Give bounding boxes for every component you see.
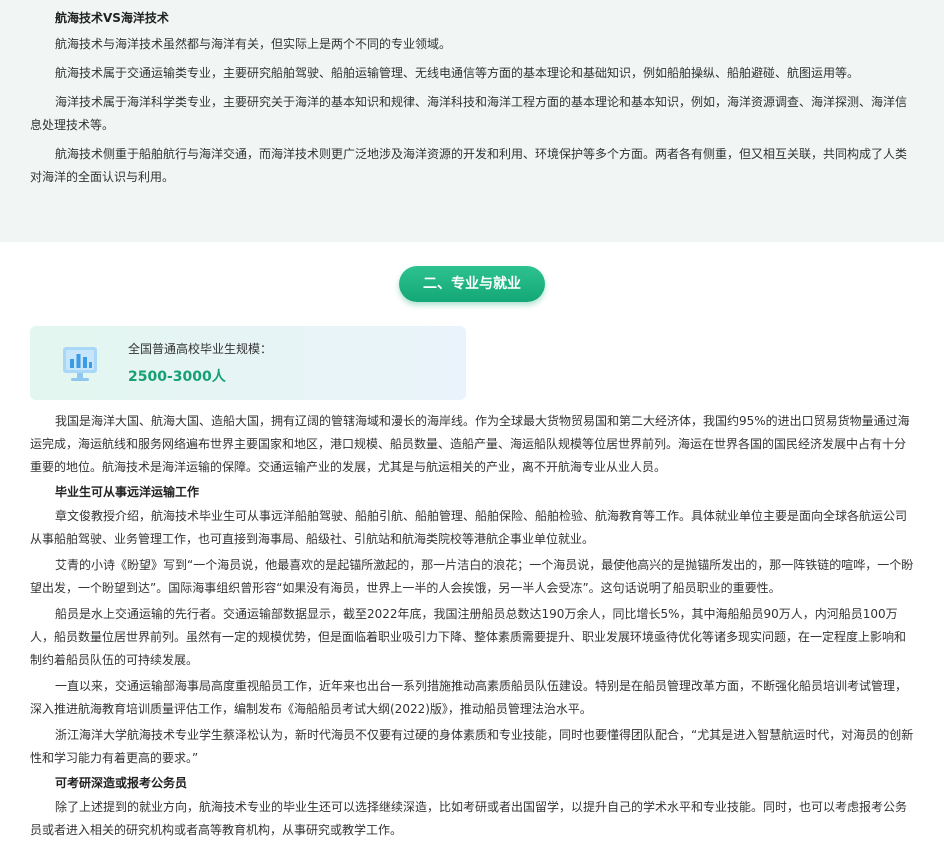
section-header: 二、专业与就业 (0, 266, 944, 304)
stat-label: 全国普通高校毕业生规模： (128, 342, 273, 356)
intro-paragraph: 航海技术与海洋技术虽然都与海洋有关，但实际上是两个不同的专业领域。 (55, 37, 452, 51)
body-paragraph: 除了上述提到的就业方向，航海技术专业的毕业生还可以选择继续深造，比如考研或者出国… (30, 800, 908, 837)
intro-section: 航海技术VS海洋技术 航海技术与海洋技术虽然都与海洋有关，但实际上是两个不同的专… (0, 0, 944, 242)
article-body: 我国是海洋大国、航海大国、造船大国，拥有辽阔的管辖海域和漫长的海岸线。作为全球最… (0, 400, 944, 842)
body-paragraph: 船员是水上交通运输的先行者。交通运输部数据显示，截至2022年底，我国注册船员总… (30, 607, 907, 667)
stat-value: 2500-3000人 (128, 369, 226, 385)
subheading: 可考研深造或报考公务员 (55, 776, 188, 790)
body-paragraph: 我国是海洋大国、航海大国、造船大国，拥有辽阔的管辖海域和漫长的海岸线。作为全球最… (30, 414, 910, 474)
intro-paragraph: 航海技术侧重于船舶航行与海洋交通，而海洋技术则更广泛地涉及海洋资源的开发和利用、… (30, 147, 908, 184)
body-paragraph: 浙江海洋大学航海技术专业学生蔡泽松认为，新时代海员不仅要有过硬的身体素质和专业技… (30, 728, 914, 765)
stat-card: 全国普通高校毕业生规模： 2500-3000人 (30, 326, 466, 400)
body-paragraph: 艾青的小诗《盼望》写到“一个海员说，他最喜欢的是起锚所激起的，那一片洁白的浪花；… (30, 558, 914, 595)
intro-paragraph: 航海技术属于交通运输类专业，主要研究船舶驾驶、船舶运输管理、无线电通信等方面的基… (55, 66, 860, 80)
body-paragraph: 一直以来，交通运输部海事局高度重视船员工作，近年来也出台一系列措施推动高素质船员… (30, 679, 908, 716)
bar-chart-monitor-icon (63, 347, 97, 381)
body-paragraph: 章文俊教授介绍，航海技术毕业生可从事远洋船舶驾驶、船舶引航、船舶管理、船舶保险、… (30, 509, 908, 546)
intro-title: 航海技术VS海洋技术 (55, 11, 169, 25)
intro-paragraph: 海洋技术属于海洋科学类专业，主要研究关于海洋的基本知识和规律、海洋科技和海洋工程… (30, 95, 908, 132)
section-tag: 二、专业与就业 (399, 266, 545, 302)
subheading: 毕业生可从事远洋运输工作 (55, 485, 200, 499)
